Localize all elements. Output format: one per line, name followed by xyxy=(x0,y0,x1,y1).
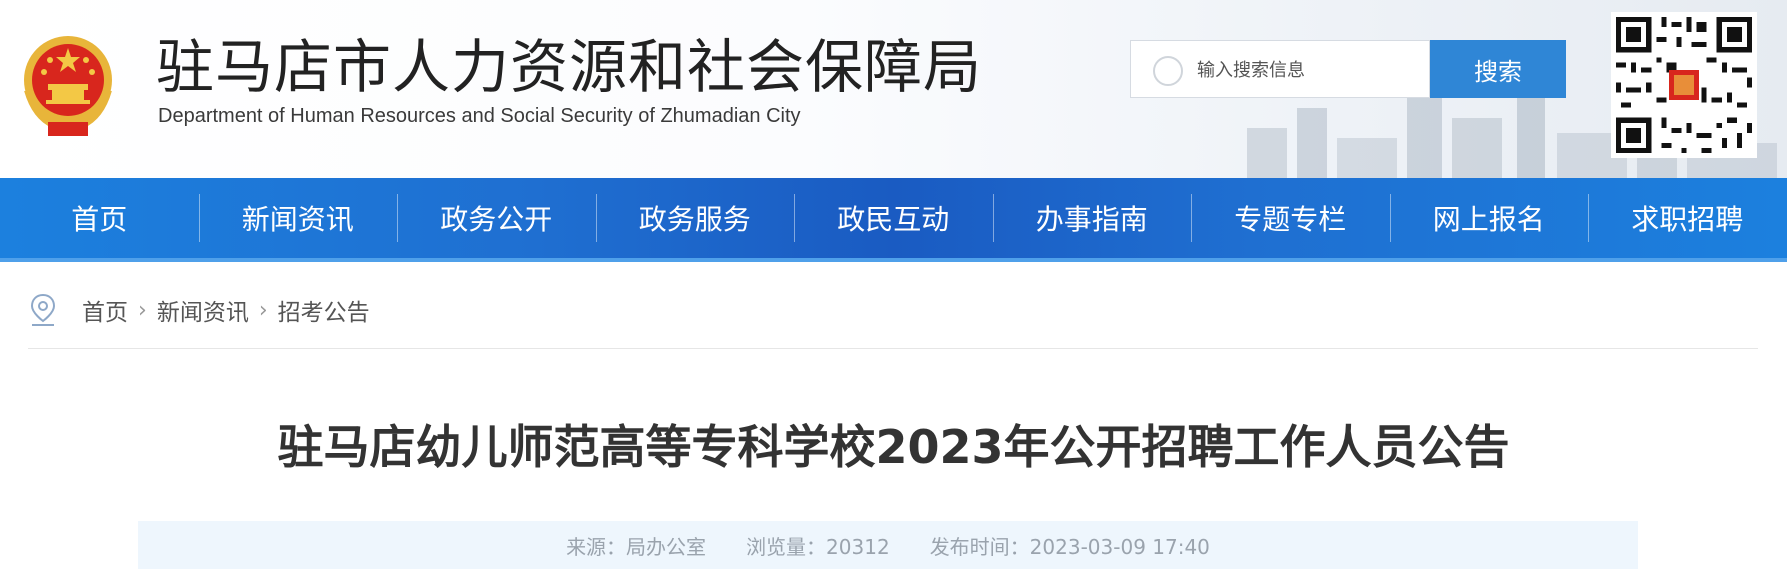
nav-item-service-guide[interactable]: 办事指南 xyxy=(992,178,1192,258)
breadcrumb-news[interactable]: 新闻资讯 xyxy=(157,293,249,327)
nav-item-job-recruitment[interactable]: 求职招聘 xyxy=(1588,178,1787,258)
search-input[interactable] xyxy=(1195,41,1429,99)
site-title-en: Department of Human Resources and Social… xyxy=(158,105,801,127)
article-title: 驻马店幼儿师范高等专科学校2023年公开招聘工作人员公告 xyxy=(277,420,1510,474)
article-source: 来源：局办公室 xyxy=(566,534,707,559)
article-views: 浏览量：20312 xyxy=(746,534,890,559)
location-pin-icon xyxy=(30,293,56,326)
main-nav: 首页 新闻资讯 政务公开 政务服务 政民互动 办事指南 专题专栏 网上报名 求职… xyxy=(0,178,1787,262)
nav-item-public-interaction[interactable]: 政民互动 xyxy=(794,178,993,258)
nav-item-gov-services[interactable]: 政务服务 xyxy=(595,178,795,258)
nav-item-gov-affairs-open[interactable]: 政务公开 xyxy=(397,178,596,258)
article-meta-bar: 来源：局办公室 浏览量：20312 发布时间：2023-03-09 17:40 xyxy=(138,521,1638,569)
search-box xyxy=(1130,40,1430,99)
article-published-time: 发布时间：2023-03-09 17:40 xyxy=(929,534,1210,559)
search-button[interactable]: 搜索 xyxy=(1430,40,1566,98)
breadcrumb-divider xyxy=(28,348,1758,349)
site-title-cn: 驻马店市人力资源和社会保障局 xyxy=(156,33,983,101)
nav-item-home[interactable]: 首页 xyxy=(0,178,199,258)
nav-item-online-registration[interactable]: 网上报名 xyxy=(1389,178,1589,258)
chevron-right-icon: › xyxy=(138,297,147,323)
site-header: 驻马店市人力资源和社会保障局 Department of Human Resou… xyxy=(0,0,1787,178)
breadcrumb: 首页 › 新闻资讯 › 招考公告 xyxy=(28,292,370,328)
breadcrumb-home[interactable]: 首页 xyxy=(82,293,128,327)
breadcrumb-current[interactable]: 招考公告 xyxy=(278,293,370,327)
nav-item-special-topics[interactable]: 专题专栏 xyxy=(1191,178,1390,258)
chevron-right-icon: › xyxy=(258,297,268,323)
qr-code-icon xyxy=(1611,12,1757,158)
nav-item-news[interactable]: 新闻资讯 xyxy=(198,178,398,258)
national-emblem-icon xyxy=(24,36,112,136)
search-icon xyxy=(1153,56,1183,86)
